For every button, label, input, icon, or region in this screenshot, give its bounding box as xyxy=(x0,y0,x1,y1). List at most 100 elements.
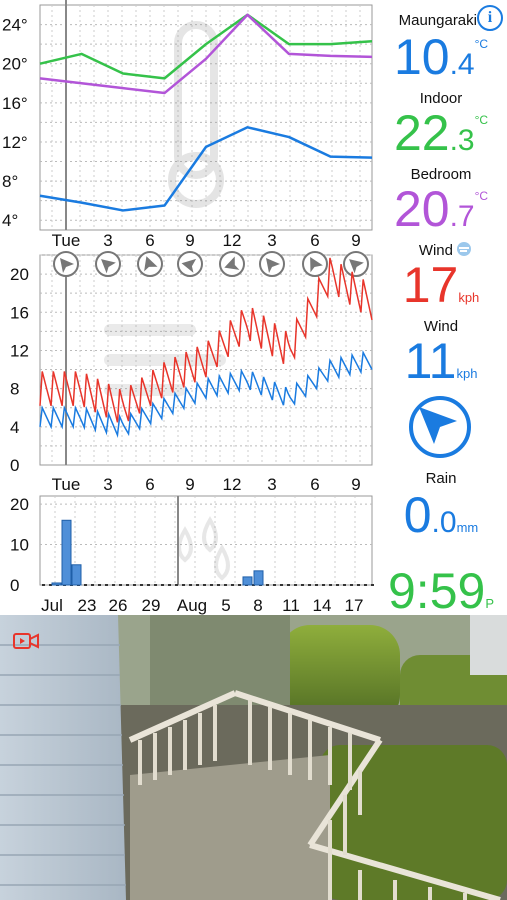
y-tick-label: 20 xyxy=(10,495,29,514)
bedroom-temperature: 20.7°C xyxy=(375,184,507,234)
temperature-y-axis: 24° 20° 16° 12° 8° 4° xyxy=(2,16,28,231)
y-tick-label: 4 xyxy=(10,418,19,437)
outdoor-temp-unit: °C xyxy=(474,37,489,51)
y-tick-label: 12° xyxy=(2,133,28,152)
rain-chart-grid xyxy=(39,495,374,586)
wind-x-axis: Tue 3 6 9 12 3 6 9 xyxy=(52,475,361,494)
x-tick-label: Jul xyxy=(41,596,63,615)
gust-icon xyxy=(457,242,471,256)
x-tick-label: 3 xyxy=(103,231,112,250)
wind-direction-icon xyxy=(177,251,203,277)
x-tick-label: 9 xyxy=(351,475,360,494)
wind-direction-icon xyxy=(219,251,245,277)
x-tick-label: 29 xyxy=(142,596,161,615)
station-name: Maungaraki xyxy=(398,12,477,29)
y-tick-label: 0 xyxy=(10,576,19,595)
rain-value: 0.0mm xyxy=(375,490,507,540)
y-tick-label: 8 xyxy=(10,380,19,399)
y-tick-label: 24° xyxy=(2,16,28,35)
wind-direction-icon xyxy=(95,251,121,277)
x-tick-label: 14 xyxy=(313,596,332,615)
charts-area: 24° 20° 16° 12° 8° 4° Tue 3 6 9 12 3 6 9 20 16 12 8 4 0 T… xyxy=(0,0,375,615)
wind-unit: kph xyxy=(456,366,478,381)
x-tick-label: Tue xyxy=(52,231,81,250)
x-tick-label: 6 xyxy=(310,475,319,494)
outdoor-temperature: 10.4°C xyxy=(375,32,507,82)
y-tick-label: 4° xyxy=(2,211,18,230)
rain-bar xyxy=(253,570,264,586)
rain-label: Rain xyxy=(425,470,457,487)
x-tick-label: 9 xyxy=(185,231,194,250)
indoor-temp-whole: 22 xyxy=(393,105,450,161)
rain-x-axis: Jul 23 26 29 Aug 5 8 11 14 17 xyxy=(41,596,363,615)
x-tick-label: Tue xyxy=(52,475,81,494)
wind-watermark-icon xyxy=(104,324,226,396)
x-tick-label: 11 xyxy=(282,596,300,615)
camera-feed[interactable] xyxy=(0,615,507,900)
video-camera-icon[interactable] xyxy=(12,631,40,651)
x-tick-label: 6 xyxy=(310,231,319,250)
rain-bar xyxy=(242,576,253,586)
rain-bars xyxy=(51,519,264,586)
bedroom-temp-decimal: .7 xyxy=(449,200,475,233)
wind-direction-row xyxy=(53,251,369,277)
y-tick-label: 16 xyxy=(10,303,29,322)
rain-bar xyxy=(61,519,72,586)
gust-unit: kph xyxy=(458,290,480,305)
bedroom-temp-whole: 20 xyxy=(393,181,450,237)
wind-direction-icon xyxy=(343,251,369,277)
wind-direction-icon xyxy=(53,251,79,277)
y-tick-label: 16° xyxy=(2,94,28,113)
readings-panel: i Maungaraki 10.4°C Indoor 22.3°C Bedroo… xyxy=(375,0,507,616)
rain-bar xyxy=(71,564,82,586)
wind-y-axis: 20 16 12 8 4 0 xyxy=(10,265,29,475)
x-tick-label: 3 xyxy=(103,475,112,494)
outdoor-temp-whole: 10 xyxy=(393,29,450,85)
indoor-temp-decimal: .3 xyxy=(449,124,475,157)
temperature-x-axis: Tue 3 6 9 12 3 6 9 xyxy=(52,231,361,250)
clock: 9:59P xyxy=(375,566,507,616)
x-tick-label: 6 xyxy=(145,231,154,250)
y-tick-label: 8° xyxy=(2,172,18,191)
x-tick-label: 9 xyxy=(185,475,194,494)
x-tick-label: 9 xyxy=(351,231,360,250)
clock-time: 9:59 xyxy=(388,563,486,619)
outdoor-temp-decimal: .4 xyxy=(449,48,475,81)
x-tick-label: 5 xyxy=(221,596,230,615)
indoor-temp-unit: °C xyxy=(474,113,489,127)
x-tick-label: 6 xyxy=(145,475,154,494)
raindrops-watermark-icon xyxy=(177,516,230,581)
weather-charts: 24° 20° 16° 12° 8° 4° Tue 3 6 9 12 3 6 9 20 16 12 8 4 0 T… xyxy=(2,0,374,615)
wind-number: 11 xyxy=(404,333,457,389)
bedroom-temp-unit: °C xyxy=(474,189,489,203)
x-tick-label: 17 xyxy=(345,596,364,615)
y-tick-label: 20° xyxy=(2,55,28,74)
indoor-temperature: 22.3°C xyxy=(375,108,507,158)
info-icon[interactable]: i xyxy=(477,5,503,31)
rain-decimal: .0 xyxy=(431,506,457,539)
y-tick-label: 20 xyxy=(10,265,29,284)
x-tick-label: 12 xyxy=(223,231,242,250)
x-tick-label: 26 xyxy=(109,596,128,615)
wind-direction-icon xyxy=(259,251,285,277)
x-tick-label: 3 xyxy=(267,231,276,250)
y-tick-label: 12 xyxy=(10,341,29,360)
x-tick-label: 12 xyxy=(223,475,242,494)
rain-y-axis: 20 10 0 xyxy=(10,495,29,595)
rain-whole: 0 xyxy=(403,487,432,543)
wind-direction-icon xyxy=(137,251,163,277)
y-tick-label: 0 xyxy=(10,456,19,475)
clock-suffix: P xyxy=(485,596,494,611)
temperature-chart-grid xyxy=(39,0,373,231)
camera-image xyxy=(0,615,507,900)
x-tick-label: 8 xyxy=(253,596,262,615)
wind-compass-icon xyxy=(409,396,471,458)
x-tick-label: 3 xyxy=(267,475,276,494)
wind-direction-icon xyxy=(302,251,328,277)
y-tick-label: 10 xyxy=(10,536,29,555)
gust-number: 17 xyxy=(402,257,459,313)
x-tick-label: Aug xyxy=(177,596,207,615)
x-tick-label: 23 xyxy=(78,596,97,615)
rain-bar xyxy=(51,582,62,586)
wind-speed-value: 11kph xyxy=(375,336,507,386)
